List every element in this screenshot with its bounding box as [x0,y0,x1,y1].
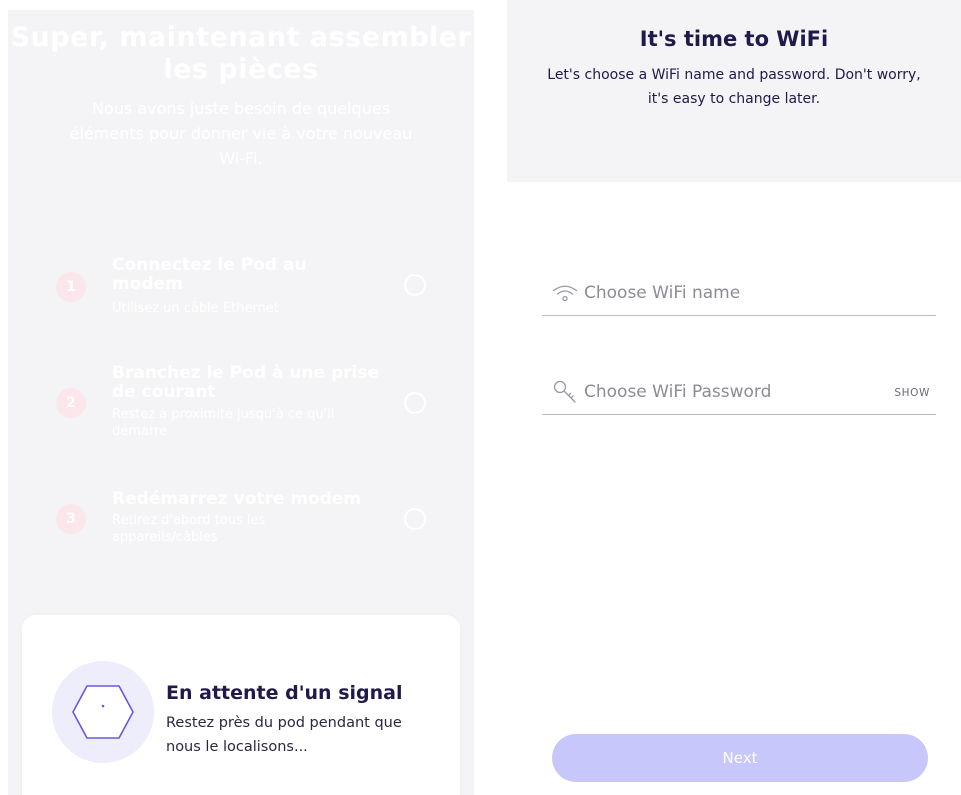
step-number-badge: 3 [56,504,86,534]
step-check-icon [404,274,426,296]
step-title: Branchez le Pod à une prise de courant [112,363,380,402]
wifi-name-input[interactable] [584,278,874,308]
page-subtitle: Nous avons juste besoin de quelques élém… [69,99,413,168]
step-number-badge: 2 [56,388,86,418]
header-panel: It's time to WiFi Let's choose a WiFi na… [507,0,961,182]
setup-screen-fr: Super, maintenant assembler les pièces N… [8,10,474,795]
step-description: Retirez d'abord tous les appareils/câble… [112,513,266,545]
step-check-icon [404,508,426,530]
step-title: Redémarrez votre modem [112,489,362,509]
wifi-password-field[interactable]: SHOW [542,371,936,415]
step-check-icon [404,392,426,414]
page-title: It's time to WiFi [639,27,829,51]
page-title: Super, maintenant assembler les pièces [10,22,472,85]
wifi-setup-screen: It's time to WiFi Let's choose a WiFi na… [507,0,961,795]
signal-status-card: En attente d'un signal Restez près du po… [22,615,460,795]
step-description: Utilisez un câble Ethernet [112,301,279,316]
step-title: Connectez le Pod au modem [112,255,307,294]
step-item-2[interactable]: 2 Branchez le Pod à une prise de courant… [56,363,428,439]
key-icon [552,379,578,409]
signal-title: En attente d'un signal [166,682,403,704]
step-item-3[interactable]: 3 Redémarrez votre modem Retirez d'abord… [56,490,428,560]
next-button[interactable]: Next [552,734,928,782]
wifi-name-field[interactable] [542,272,936,316]
wifi-icon [552,284,578,306]
show-password-toggle[interactable]: SHOW [894,387,930,399]
step-description: Restez à proximité jusqu'à ce qu'il déma… [112,407,335,439]
signal-description: Restez près du pod pendant que nous le l… [166,715,402,755]
pod-icon [52,661,154,763]
step-number-badge: 1 [56,272,86,302]
wifi-password-input[interactable] [584,377,874,407]
page-subtitle: Let's choose a WiFi name and password. D… [547,67,921,107]
step-item-1[interactable]: 1 Connectez le Pod au modem Utilisez un … [56,256,428,326]
